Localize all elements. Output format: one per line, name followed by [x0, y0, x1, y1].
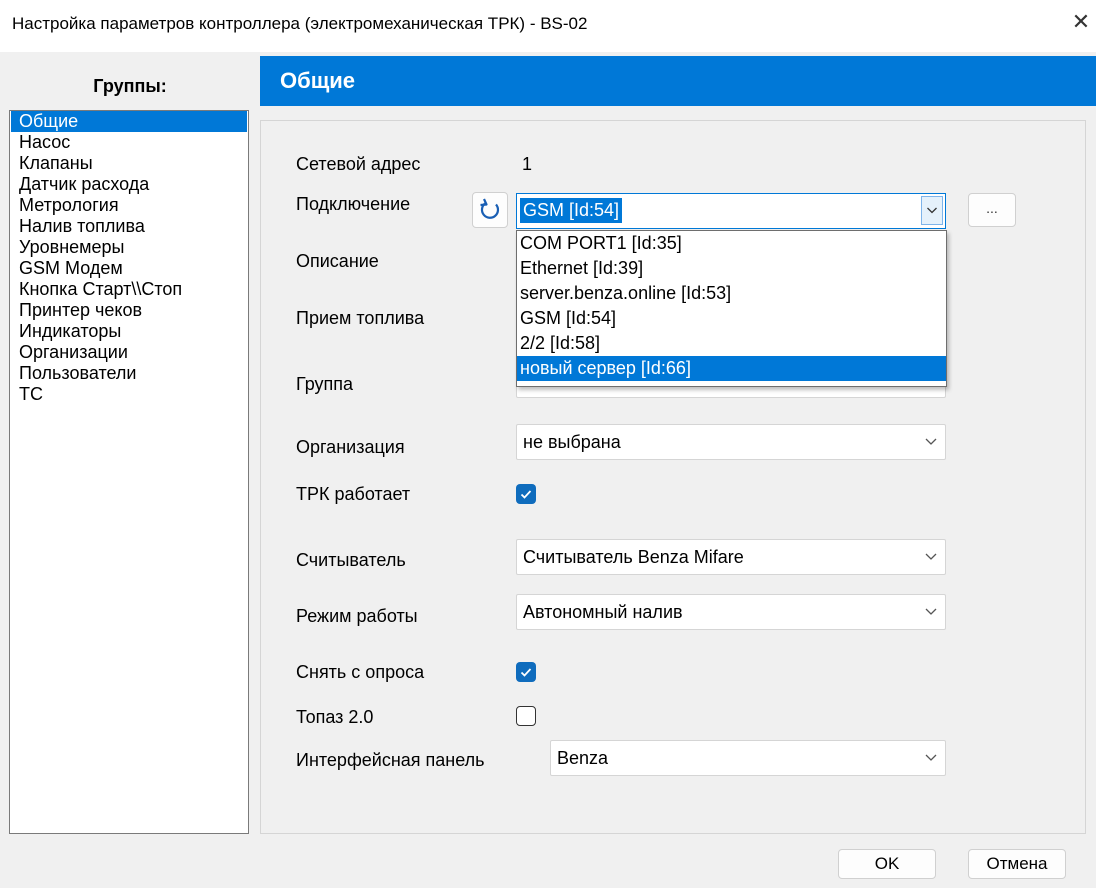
network-address-label: Сетевой адрес [296, 154, 421, 174]
group-item-flow-sensor[interactable]: Датчик расхода [11, 174, 247, 195]
interface-panel-label: Интерфейсная панель [296, 750, 485, 770]
section-title: Общие [280, 68, 356, 93]
cancel-button[interactable]: Отмена [968, 849, 1066, 879]
trk-works-label: ТРК работает [296, 484, 411, 504]
group-item-gsm-modem[interactable]: GSM Модем [11, 258, 247, 279]
refresh-icon [480, 198, 500, 219]
connection-selected-value: GSM [Id:54] [520, 198, 623, 223]
remove-poll-checkbox[interactable] [516, 662, 536, 682]
group-item-fuel-dispensing[interactable]: Налив топлива [11, 216, 247, 237]
group-item-valves[interactable]: Клапаны [11, 153, 247, 174]
organization-label: Организация [296, 437, 405, 457]
fuel-reception-label: Прием топлива [296, 308, 425, 328]
group-item-start-stop-button[interactable]: Кнопка Старт\\Стоп [11, 279, 247, 300]
checkmark-icon [520, 668, 532, 677]
topaz-label: Топаз 2.0 [296, 707, 374, 727]
network-address-value: 1 [522, 154, 533, 174]
group-item-indicators[interactable]: Индикаторы [11, 321, 247, 342]
organization-combobox[interactable]: не выбрана [516, 424, 946, 460]
checkmark-icon [520, 490, 532, 499]
chevron-down-icon [925, 608, 937, 615]
section-header: Общие [260, 56, 1096, 106]
groups-header: Группы: [93, 76, 167, 96]
connection-dropdown-button[interactable] [921, 196, 943, 225]
title-bar: Настройка параметров контроллера (электр… [0, 0, 1096, 52]
group-label: Группа [296, 374, 354, 394]
mode-label: Режим работы [296, 606, 418, 626]
connection-combobox[interactable]: GSM [Id:54] [516, 193, 946, 229]
description-label: Описание [296, 251, 379, 271]
connection-option[interactable]: 2/2 [Id:58] [517, 331, 946, 356]
connection-option[interactable]: server.benza.online [Id:53] [517, 281, 946, 306]
group-item-organizations[interactable]: Организации [11, 342, 247, 363]
group-item-level-gauges[interactable]: Уровнемеры [11, 237, 247, 258]
group-item-users[interactable]: Пользователи [11, 363, 247, 384]
connection-option[interactable]: GSM [Id:54] [517, 306, 946, 331]
ok-button[interactable]: OK [838, 849, 936, 879]
interface-panel-value: Benza [557, 748, 609, 768]
organization-value: не выбрана [523, 432, 621, 452]
chevron-down-icon [925, 553, 937, 560]
group-item-receipt-printer[interactable]: Принтер чеков [11, 300, 247, 321]
topaz-checkbox[interactable] [516, 706, 536, 726]
refresh-button[interactable] [472, 192, 508, 228]
chevron-down-icon [925, 754, 937, 761]
close-icon[interactable]: ✕ [1066, 0, 1096, 44]
connection-option-highlighted[interactable]: новый сервер [Id:66] [517, 356, 946, 381]
connection-dropdown-list[interactable]: COM PORT1 [Id:35] Ethernet [Id:39] serve… [516, 230, 947, 387]
trk-works-checkbox[interactable] [516, 484, 536, 504]
window-title: Настройка параметров контроллера (электр… [12, 14, 588, 33]
remove-poll-label: Снять с опроса [296, 662, 425, 682]
mode-value: Автономный налив [523, 602, 683, 622]
group-item-pump[interactable]: Насос [11, 132, 247, 153]
interface-panel-combobox[interactable]: Benza [550, 740, 946, 776]
group-item-vehicles[interactable]: ТС [11, 384, 247, 405]
group-item-metrology[interactable]: Метрология [11, 195, 247, 216]
connection-option[interactable]: Ethernet [Id:39] [517, 256, 946, 281]
chevron-down-icon [925, 438, 937, 445]
connection-browse-button[interactable]: ... [968, 193, 1016, 227]
mode-combobox[interactable]: Автономный налив [516, 594, 946, 630]
connection-option[interactable]: COM PORT1 [Id:35] [517, 231, 946, 256]
reader-label: Считыватель [296, 550, 406, 570]
groups-list[interactable]: Общие Насос Клапаны Датчик расхода Метро… [9, 110, 249, 834]
reader-value: Считыватель Benza Mifare [523, 547, 744, 567]
connection-label: Подключение [296, 194, 411, 214]
chevron-down-icon [927, 207, 937, 214]
group-item-general[interactable]: Общие [11, 111, 247, 132]
reader-combobox[interactable]: Считыватель Benza Mifare [516, 539, 946, 575]
